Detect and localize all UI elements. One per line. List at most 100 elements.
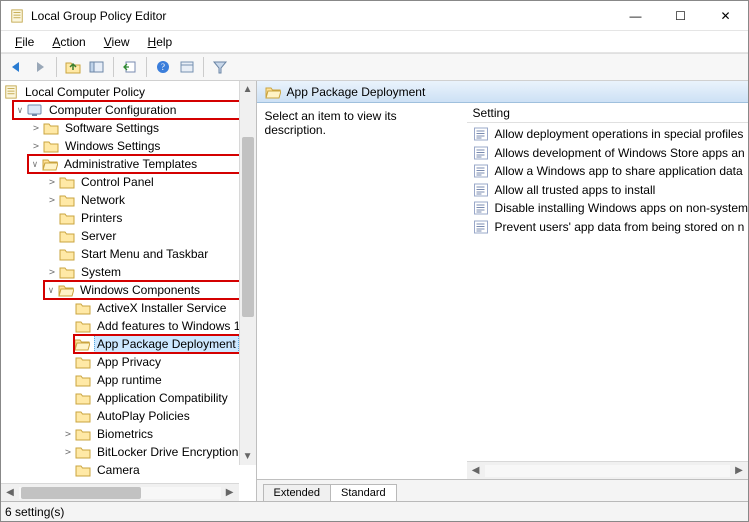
tree-computer-configuration[interactable]: Computer Configuration — [13, 101, 255, 119]
setting-label: Allow all trusted apps to install — [495, 183, 656, 197]
tree-bitlocker[interactable]: BitLocker Drive Encryption — [1, 443, 256, 461]
setting-label: Disable installing Windows apps on non-s… — [495, 201, 748, 215]
folder-icon — [75, 301, 91, 315]
tree-network[interactable]: Network — [1, 191, 256, 209]
status-text: 6 setting(s) — [5, 505, 64, 519]
scroll-up-button[interactable]: ▲ — [240, 81, 256, 98]
svg-text:?: ? — [161, 62, 165, 72]
expander-icon[interactable] — [45, 177, 59, 188]
options-button[interactable] — [176, 56, 198, 78]
statusbar: 6 setting(s) — [1, 501, 748, 521]
scroll-right-button[interactable]: ▶ — [730, 463, 748, 479]
setting-icon — [473, 146, 489, 160]
view-tabs: Extended Standard — [257, 479, 748, 501]
help-button[interactable]: ? — [152, 56, 174, 78]
folder-icon — [43, 139, 59, 153]
filter-button[interactable] — [209, 56, 231, 78]
menu-view[interactable]: View — [96, 33, 138, 51]
computer-icon — [27, 103, 43, 117]
description-prompt: Select an item to view its description. — [265, 109, 397, 137]
expander-icon[interactable] — [28, 159, 42, 170]
window-title: Local Group Policy Editor — [31, 9, 613, 23]
menu-help[interactable]: Help — [140, 33, 181, 51]
folder-icon — [75, 355, 91, 369]
tree-root[interactable]: Local Computer Policy — [1, 83, 256, 101]
tree-autoplay-policies[interactable]: AutoPlay Policies — [1, 407, 256, 425]
scroll-thumb[interactable] — [242, 137, 254, 317]
setting-row[interactable]: Allows development of Windows Store apps… — [467, 144, 748, 163]
expander-icon[interactable] — [45, 195, 59, 206]
close-button[interactable]: ✕ — [703, 2, 748, 30]
maximize-button[interactable]: ☐ — [658, 2, 703, 30]
setting-row[interactable]: Prevent users' app data from being store… — [467, 218, 748, 237]
tree-activex-installer[interactable]: ActiveX Installer Service — [1, 299, 256, 317]
column-header-setting[interactable]: Setting — [467, 103, 748, 123]
minimize-button[interactable]: — — [613, 2, 658, 30]
export-list-button[interactable] — [119, 56, 141, 78]
scroll-left-button[interactable]: ◀ — [467, 463, 485, 479]
tree-printers[interactable]: Printers — [1, 209, 256, 227]
tree-start-menu-taskbar[interactable]: Start Menu and Taskbar — [1, 245, 256, 263]
folder-icon — [75, 391, 91, 405]
tree-hscrollbar[interactable]: ◀ ▶ — [1, 483, 239, 501]
app-icon — [9, 8, 25, 24]
expander-icon[interactable] — [29, 123, 43, 134]
show-hide-tree-button[interactable] — [86, 56, 108, 78]
scroll-right-button[interactable]: ▶ — [221, 485, 239, 501]
tree-app-package-deployment[interactable]: App Package Deployment — [74, 335, 255, 353]
up-button[interactable] — [62, 56, 84, 78]
tree-add-features[interactable]: Add features to Windows 1 — [1, 317, 256, 335]
forward-button[interactable] — [29, 56, 51, 78]
folder-icon — [59, 229, 75, 243]
expander-icon[interactable] — [61, 447, 75, 458]
tab-standard[interactable]: Standard — [330, 484, 397, 501]
tree-software-settings[interactable]: Software Settings — [1, 119, 256, 137]
tree-biometrics[interactable]: Biometrics — [1, 425, 256, 443]
setting-row[interactable]: Disable installing Windows apps on non-s… — [467, 199, 748, 218]
tree-app-compatibility[interactable]: Application Compatibility — [1, 389, 256, 407]
policy-icon — [3, 85, 19, 99]
titlebar[interactable]: Local Group Policy Editor — ☐ ✕ — [1, 1, 748, 31]
tab-extended[interactable]: Extended — [263, 484, 331, 501]
tree-server[interactable]: Server — [1, 227, 256, 245]
folder-icon — [58, 283, 74, 297]
setting-icon — [473, 127, 489, 141]
app-window: Local Group Policy Editor — ☐ ✕ File Act… — [0, 0, 749, 522]
tree-camera[interactable]: Camera — [1, 461, 256, 479]
setting-row[interactable]: Allow deployment operations in special p… — [467, 125, 748, 144]
expander-icon[interactable] — [29, 141, 43, 152]
scroll-left-button[interactable]: ◀ — [1, 485, 19, 501]
list-hscrollbar[interactable]: ◀ ▶ — [467, 461, 748, 479]
tree-app-privacy[interactable]: App Privacy — [1, 353, 256, 371]
folder-icon — [75, 373, 91, 387]
tree-app-runtime[interactable]: App runtime — [1, 371, 256, 389]
menu-file[interactable]: File — [7, 33, 42, 51]
menu-action[interactable]: Action — [44, 33, 93, 51]
scroll-down-button[interactable]: ▼ — [240, 448, 256, 465]
folder-icon — [59, 193, 75, 207]
expander-icon[interactable] — [61, 429, 75, 440]
folder-icon — [75, 319, 91, 333]
settings-list: Setting Allow deployment operations in s… — [467, 103, 748, 479]
details-title: App Package Deployment — [287, 85, 426, 99]
tree-windows-settings[interactable]: Windows Settings — [1, 137, 256, 155]
tree-control-panel[interactable]: Control Panel — [1, 173, 256, 191]
back-button[interactable] — [5, 56, 27, 78]
setting-label: Prevent users' app data from being store… — [495, 220, 745, 234]
expander-icon[interactable] — [13, 105, 27, 116]
setting-label: Allows development of Windows Store apps… — [495, 146, 745, 160]
setting-row[interactable]: Allow a Windows app to share application… — [467, 162, 748, 181]
tree-administrative-templates[interactable]: Administrative Templates — [28, 155, 255, 173]
tree-windows-components[interactable]: Windows Components — [44, 281, 255, 299]
tree-vscrollbar[interactable]: ▲ ▼ — [239, 81, 256, 465]
expander-icon[interactable] — [45, 267, 59, 278]
scroll-thumb[interactable] — [21, 487, 141, 499]
folder-icon — [42, 157, 58, 171]
policy-tree[interactable]: Local Computer Policy Computer Configura… — [1, 81, 256, 483]
setting-label: Allow a Windows app to share application… — [495, 164, 743, 178]
expander-icon[interactable] — [44, 285, 58, 296]
folder-icon — [265, 85, 281, 99]
tree-system[interactable]: System — [1, 263, 256, 281]
setting-row[interactable]: Allow all trusted apps to install — [467, 181, 748, 200]
setting-icon — [473, 220, 489, 234]
